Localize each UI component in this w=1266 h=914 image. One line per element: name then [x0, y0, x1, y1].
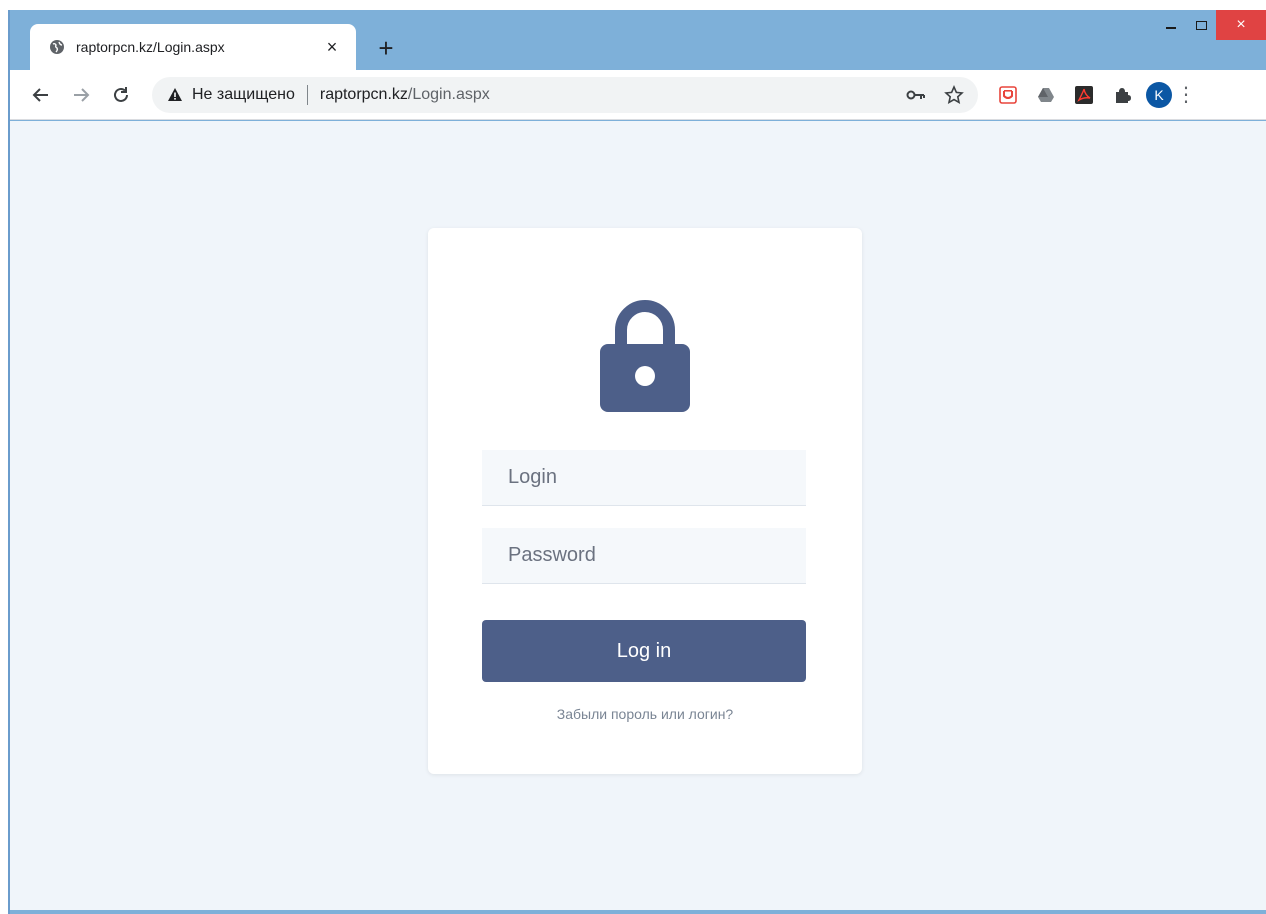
back-button[interactable]	[24, 78, 58, 112]
tab-close-icon[interactable]: ×	[322, 37, 342, 57]
login-card: Log in Забыли пороль или логин?	[428, 228, 862, 774]
url-text[interactable]: raptorpcn.kz/Login.aspx	[320, 86, 892, 104]
window-bottom-border	[10, 910, 1266, 914]
reload-button[interactable]	[104, 78, 138, 112]
login-button[interactable]: Log in	[482, 620, 806, 682]
address-separator	[306, 84, 308, 105]
new-tab-button[interactable]: +	[372, 34, 400, 62]
window-close-button[interactable]: ×	[1216, 10, 1266, 40]
forward-arrow-icon	[74, 87, 90, 102]
tab-strip: raptorpcn.kz/Login.aspx × + ×	[10, 10, 1266, 70]
menu-dots-icon[interactable]: ⋮	[1176, 81, 1196, 109]
url-host: raptorpcn.kz	[319, 85, 408, 103]
key-icon[interactable]	[902, 81, 930, 109]
forgot-credentials-link[interactable]: Забыли пороль или логин?	[428, 706, 862, 722]
url-path: /Login.aspx	[407, 85, 490, 103]
login-input[interactable]	[482, 450, 806, 506]
minimize-icon	[1166, 27, 1176, 29]
warning-triangle-icon[interactable]	[166, 86, 184, 104]
forward-button[interactable]	[64, 78, 98, 112]
maximize-icon	[1195, 20, 1207, 30]
minimize-button[interactable]	[1156, 10, 1186, 40]
extensions-area: K ⋮	[994, 81, 1196, 109]
tab-title: raptorpcn.kz/Login.aspx	[76, 39, 225, 55]
password-input[interactable]	[482, 528, 806, 584]
back-arrow-icon	[32, 87, 48, 102]
browser-toolbar: Не защищено raptorpcn.kz/Login.aspx K ⋮	[10, 70, 1266, 120]
acrobat-extension-icon[interactable]	[1070, 81, 1098, 109]
puzzle-extensions-icon[interactable]	[1108, 81, 1136, 109]
drive-extension-icon[interactable]	[1032, 81, 1060, 109]
globe-icon	[48, 38, 66, 56]
tab-active[interactable]: raptorpcn.kz/Login.aspx ×	[30, 24, 356, 70]
browser-window: raptorpcn.kz/Login.aspx × + × Не защищен…	[8, 10, 1266, 914]
page-content: Log in Забыли пороль или логин?	[10, 121, 1266, 910]
reload-icon	[114, 86, 128, 102]
lock-icon	[600, 300, 690, 412]
maximize-button[interactable]	[1186, 10, 1216, 40]
profile-avatar[interactable]: K	[1146, 81, 1172, 108]
bookmark-star-icon[interactable]	[940, 81, 968, 109]
window-controls: ×	[1156, 10, 1266, 40]
shield-extension-icon[interactable]	[994, 81, 1022, 109]
address-bar[interactable]: Не защищено raptorpcn.kz/Login.aspx	[152, 76, 978, 113]
security-label[interactable]: Не защищено	[192, 86, 295, 104]
